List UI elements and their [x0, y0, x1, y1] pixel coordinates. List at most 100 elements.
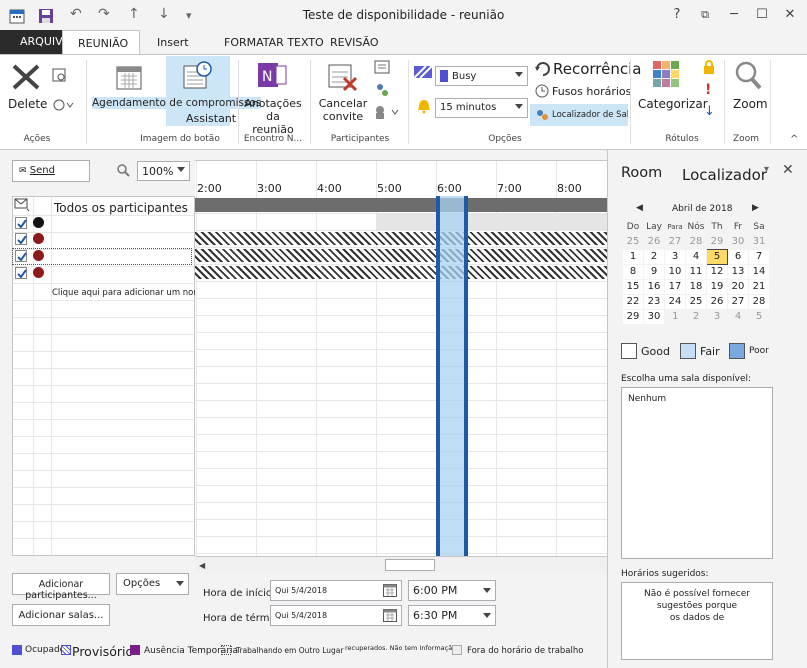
calendar-day[interactable]: 15 [622, 278, 644, 295]
private-lock-icon[interactable] [703, 60, 715, 77]
tab-meeting[interactable]: REUNIÃO [62, 30, 140, 55]
calendar-day[interactable]: 6 [727, 248, 749, 265]
zoom-button[interactable]: Zoom [733, 97, 768, 111]
horizontal-scrollbar[interactable]: ◀ [195, 556, 607, 573]
meeting-notes-button[interactable]: Anotações da reunião [238, 97, 308, 136]
pane-menu-icon[interactable]: ▾ [764, 164, 769, 175]
calendar-day[interactable]: 14 [748, 263, 770, 280]
check-names-icon[interactable] [374, 82, 390, 101]
ribbon-display-button[interactable]: ⧉ [693, 4, 717, 26]
add-attendee-hint[interactable]: Clique aqui para adicionar um nome [52, 288, 207, 298]
calendar-day[interactable]: 26 [644, 234, 665, 249]
delete-button[interactable]: Delete [8, 97, 47, 111]
close-window-button[interactable]: ✕ [778, 4, 802, 26]
recurrence-button[interactable]: Recorrência [553, 60, 641, 78]
calendar-day[interactable]: 29 [622, 308, 644, 325]
calendar-day[interactable]: 25 [685, 293, 707, 310]
tab-file[interactable]: ARQUIVO [0, 30, 71, 54]
end-time-dropdown[interactable]: 6:30 PM [408, 605, 496, 626]
add-attendees-button[interactable]: Adicionar participantes... [12, 573, 110, 601]
calendar-day[interactable]: 2 [686, 309, 707, 324]
calendar-day[interactable]: 5 [749, 309, 770, 324]
calendar-day[interactable]: 9 [643, 263, 665, 280]
tab-format-text[interactable]: FORMATAR TEXTO [224, 36, 324, 49]
calendar-day[interactable]: 27 [665, 234, 686, 249]
scrollbar-thumb[interactable] [385, 559, 435, 571]
calendar-view-icon[interactable] [52, 68, 66, 85]
calendar-day[interactable]: 7 [748, 248, 770, 265]
attendee-checkbox[interactable] [15, 233, 27, 245]
collapse-ribbon-icon[interactable]: ^ [790, 134, 798, 145]
start-date-field[interactable]: Qui 5/4/2018 [270, 580, 402, 601]
calendar-day[interactable]: 23 [643, 293, 665, 310]
address-book-icon[interactable] [374, 60, 390, 77]
calendar-day[interactable]: 26 [706, 293, 728, 310]
calendar-day[interactable]: 12 [706, 263, 728, 280]
room-list[interactable]: Nenhum [621, 387, 773, 559]
calendar-day[interactable]: 17 [664, 278, 686, 295]
tab-review[interactable]: REVISÃO [330, 36, 379, 49]
cancel-invite-button[interactable]: Cancelar convite [314, 97, 372, 123]
date-picker[interactable]: Do Lay Para Nós Th Fr Sa 25 26 27 28 29 30 31 1 2 3 4 5 6 7 8… [622, 220, 770, 325]
calendar-day[interactable]: 31 [749, 234, 770, 249]
attendee-checkbox[interactable] [15, 267, 27, 279]
calendar-day[interactable]: 10 [664, 263, 686, 280]
show-as-dropdown[interactable]: Busy [435, 66, 528, 86]
calendar-day[interactable]: 19 [706, 278, 728, 295]
calendar-day[interactable]: 28 [748, 293, 770, 310]
calendar-day[interactable]: 28 [686, 234, 707, 249]
start-time-dropdown[interactable]: 6:00 PM [408, 580, 496, 601]
calendar-day[interactable]: 30 [728, 234, 749, 249]
calendar-day[interactable]: 22 [622, 293, 644, 310]
end-calendar-icon[interactable] [383, 609, 397, 624]
calendar-day[interactable]: 29 [707, 234, 728, 249]
calendar-day[interactable]: 11 [685, 263, 707, 280]
meeting-time-selection[interactable] [436, 196, 468, 556]
start-calendar-icon[interactable] [383, 584, 397, 599]
suggested-times-list[interactable]: Não é possível fornecer sugestões porque… [621, 582, 773, 660]
add-rooms-button[interactable]: Adicionar salas... [12, 604, 110, 626]
minimize-button[interactable]: ─ [722, 4, 746, 26]
calendar-day[interactable]: 24 [664, 293, 686, 310]
close-pane-icon[interactable]: ✕ [782, 162, 794, 178]
calendar-day[interactable]: 2 [643, 248, 665, 265]
options-dropdown[interactable]: Opções [116, 573, 189, 595]
end-date-field[interactable]: Qui 5/4/2018 [270, 605, 402, 626]
time-zones-button[interactable]: Fusos horários [552, 85, 631, 98]
calendar-day[interactable]: 25 [623, 234, 644, 249]
calendar-day[interactable]: 8 [622, 263, 644, 280]
categorize-button[interactable]: Categorizar [638, 97, 708, 111]
response-options-icon[interactable] [374, 104, 400, 123]
calendar-day[interactable]: 4 [728, 309, 749, 324]
calendar-day[interactable]: 21 [748, 278, 770, 295]
mail-all-icon[interactable] [14, 198, 30, 215]
calendar-day[interactable]: 1 [665, 309, 686, 324]
attendee-checkbox[interactable] [15, 250, 27, 262]
tab-insert[interactable]: Insert [157, 36, 189, 49]
reminder-dropdown[interactable]: 15 minutos [435, 98, 528, 118]
selected-day[interactable]: 5 [706, 248, 728, 265]
high-importance-icon[interactable]: ! [705, 82, 711, 98]
calendar-day[interactable]: 3 [664, 248, 686, 265]
calendar-day[interactable]: 30 [643, 308, 665, 325]
calendar-day[interactable]: 3 [707, 309, 728, 324]
low-importance-icon[interactable]: ↓ [704, 104, 715, 119]
calendar-day[interactable]: 4 [685, 248, 707, 265]
help-button[interactable]: ? [665, 4, 689, 26]
attendee-checkbox[interactable] [15, 217, 27, 229]
scroll-left-icon[interactable]: ◀ [199, 561, 205, 570]
forward-icon[interactable] [52, 98, 74, 115]
calendar-day[interactable]: 20 [727, 278, 749, 295]
calendar-day[interactable]: 13 [727, 263, 749, 280]
zoom-dropdown[interactable]: 100% [137, 161, 190, 181]
next-month-icon[interactable]: ▶ [752, 203, 759, 213]
calendar-day[interactable]: 27 [727, 293, 749, 310]
calendar-day[interactable]: 1 [622, 248, 644, 265]
weekday-label: Th [711, 222, 723, 232]
room-list-item[interactable]: Nenhum [628, 394, 666, 404]
calendar-day[interactable]: 18 [685, 278, 707, 295]
send-button[interactable]: ✉ Send [12, 160, 90, 182]
maximize-button[interactable]: ☐ [750, 4, 774, 26]
prev-month-icon[interactable]: ◀ [636, 203, 643, 213]
calendar-day[interactable]: 16 [643, 278, 665, 295]
